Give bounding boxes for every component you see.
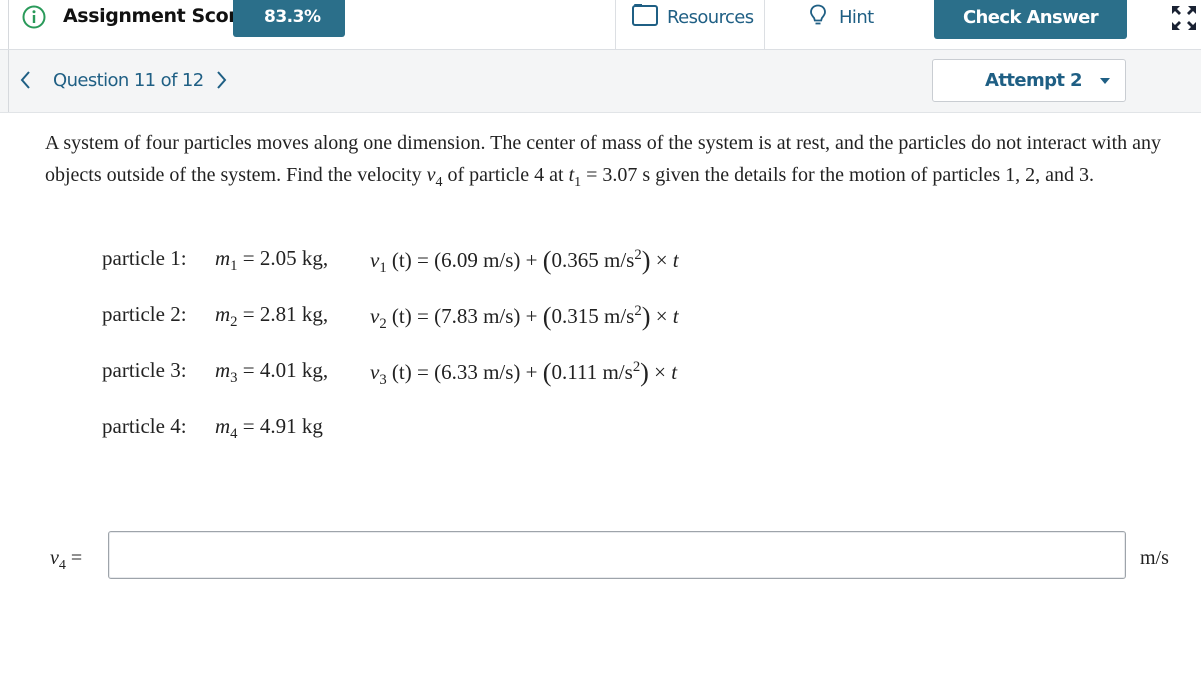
- velocity-initial: (t) = (6.09 m/s) +: [386, 248, 543, 272]
- velocity-subscript: 1: [379, 260, 387, 277]
- left-border: [8, 50, 9, 112]
- question-intro-2: of particle 4 at: [442, 164, 569, 186]
- hint-button[interactable]: Hint: [766, 0, 926, 49]
- particle-name: particle 2:: [102, 302, 187, 326]
- particle-mass: m4 = 4.91 kg: [215, 414, 323, 443]
- info-icon[interactable]: [22, 5, 46, 29]
- caret-down-icon: [1100, 78, 1110, 84]
- time-value: = 3.07 s: [581, 164, 651, 186]
- particle-velocity: v2 (t) = (7.83 m/s) + (0.315 m/s2) × t: [370, 302, 679, 333]
- velocity-symbol: v: [426, 164, 436, 186]
- attempt-dropdown[interactable]: Attempt 2: [932, 59, 1126, 102]
- mass-value: = 2.05 kg,: [237, 246, 329, 270]
- mass-value: = 4.91 kg: [237, 414, 323, 438]
- top-toolbar: Assignment Score: 83.3% Resources Hint C…: [0, 0, 1201, 50]
- chevron-left-icon[interactable]: [18, 69, 32, 91]
- hint-label: Hint: [839, 7, 874, 28]
- acceleration: 0.315 m/s: [551, 304, 635, 328]
- answer-unit: m/s: [1140, 547, 1169, 569]
- velocity-initial: (t) = (7.83 m/s) +: [386, 304, 543, 328]
- particle-velocity: v3 (t) = (6.33 m/s) + (0.111 m/s2) × t: [370, 358, 678, 389]
- left-border: [8, 0, 9, 49]
- resources-label: Resources: [667, 7, 754, 28]
- assignment-score-value: 83.3%: [233, 0, 345, 37]
- particle-name: particle 1:: [102, 246, 187, 270]
- mass-subscript: 4: [230, 426, 238, 443]
- lightbulb-icon: [810, 4, 826, 25]
- assignment-score-label: Assignment Score:: [63, 5, 257, 27]
- velocity-subscript: 4: [435, 175, 443, 190]
- resources-button[interactable]: Resources: [617, 0, 764, 49]
- resources-icon: [632, 4, 658, 26]
- divider: [764, 0, 765, 49]
- answer-label: v4 =: [50, 547, 82, 574]
- velocity-subscript: 2: [379, 316, 387, 333]
- particle-name: particle 3:: [102, 358, 187, 382]
- particle-mass: m1 = 2.05 kg,: [215, 246, 329, 275]
- chevron-right-icon[interactable]: [215, 69, 229, 91]
- velocity-initial: (t) = (6.33 m/s) +: [386, 360, 543, 384]
- mass-subscript: 1: [230, 258, 238, 275]
- particle-name: particle 4:: [102, 414, 187, 438]
- answer-subscript: 4: [58, 558, 66, 573]
- accel-exponent: 2: [634, 303, 642, 319]
- acceleration: 0.111 m/s: [551, 360, 633, 384]
- question-intro-3: given the details for the motion of part…: [650, 164, 1094, 186]
- acceleration: 0.365 m/s: [551, 248, 635, 272]
- accel-exponent: 2: [634, 247, 642, 263]
- answer-equals: =: [65, 547, 83, 569]
- expand-icon[interactable]: [1170, 4, 1198, 32]
- question-navigation-bar: Question 11 of 12 Attempt 2: [0, 50, 1201, 113]
- answer-input[interactable]: [108, 531, 1126, 579]
- divider: [615, 0, 616, 49]
- answer-symbol: v: [50, 547, 59, 569]
- question-counter: Question 11 of 12: [53, 70, 204, 91]
- particle-mass: m2 = 2.81 kg,: [215, 302, 329, 331]
- mass-subscript: 2: [230, 314, 238, 331]
- check-answer-button[interactable]: Check Answer: [934, 0, 1127, 39]
- mass-value: = 2.81 kg,: [237, 302, 329, 326]
- attempt-label: Attempt 2: [985, 70, 1083, 91]
- velocity-subscript: 3: [379, 372, 387, 389]
- particle-velocity: v1 (t) = (6.09 m/s) + (0.365 m/s2) × t: [370, 246, 679, 277]
- particle-mass: m3 = 4.01 kg,: [215, 358, 329, 387]
- question-text: A system of four particles moves along o…: [45, 127, 1175, 199]
- mass-value: = 4.01 kg,: [237, 358, 329, 382]
- mass-subscript: 3: [230, 370, 238, 387]
